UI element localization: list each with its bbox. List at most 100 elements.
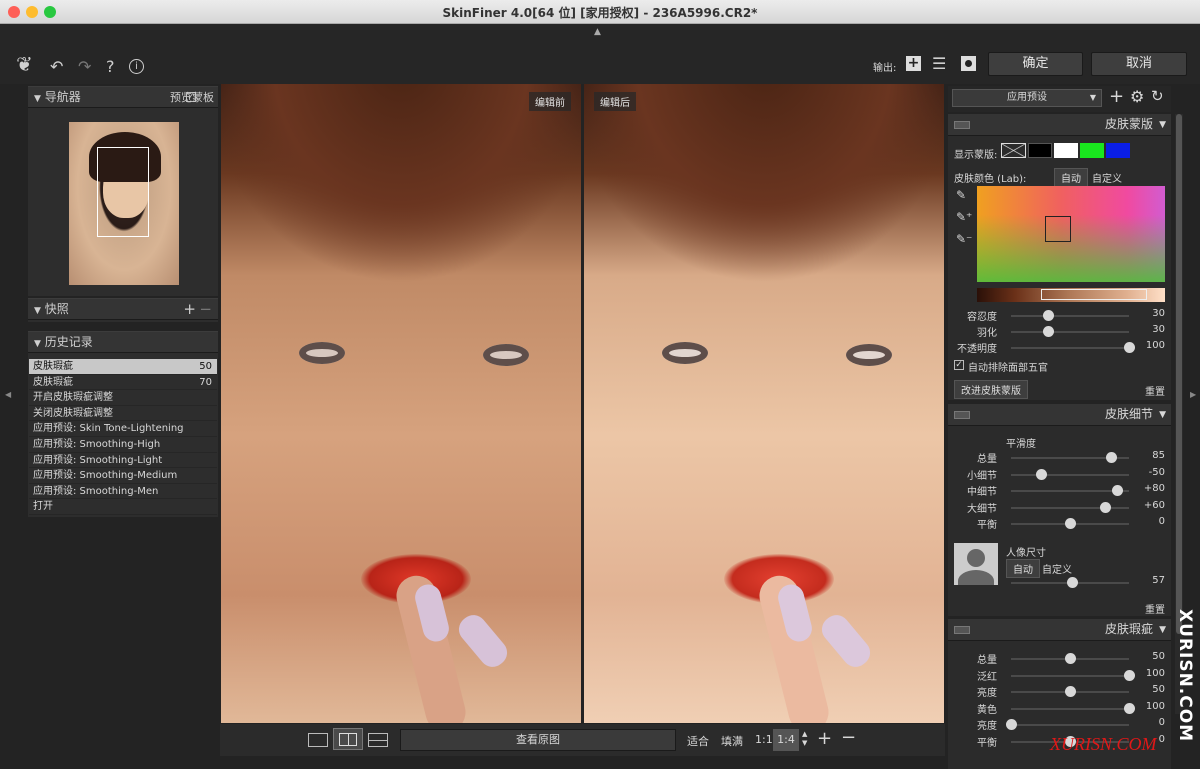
output-add-icon[interactable]: + — [906, 56, 921, 71]
history-item[interactable]: 应用预设: Smoothing-Medium — [29, 468, 217, 484]
skin-tone-range-selection[interactable] — [1041, 289, 1147, 300]
slider-row[interactable]: 亮度 50 — [948, 684, 1171, 700]
slider-row[interactable]: 羽化 30 — [948, 324, 1171, 340]
mask-output-icon[interactable] — [961, 56, 976, 71]
mask-swatch-blue[interactable] — [1106, 143, 1130, 158]
skin-color-auto-button[interactable]: 自动 — [1054, 168, 1088, 187]
skin-mask-header[interactable]: 皮肤蒙版 ▼ — [948, 114, 1171, 136]
color-picker-selection[interactable] — [1045, 216, 1071, 242]
redo-icon[interactable]: ↷ — [78, 57, 91, 76]
mask-swatch-none[interactable] — [1001, 143, 1026, 158]
confirm-button[interactable]: 确定 — [988, 52, 1083, 76]
history-item[interactable]: 皮肤瑕疵 70 — [29, 375, 217, 391]
slider-knob[interactable] — [1065, 653, 1076, 664]
after-photo[interactable]: 编辑后 — [584, 84, 944, 723]
right-panel-toggle-icon[interactable]: ▶ — [1190, 390, 1196, 399]
split-vertical-view-icon[interactable] — [333, 728, 363, 750]
toggle-switch-icon[interactable] — [954, 121, 970, 129]
slider-knob[interactable] — [1106, 452, 1118, 463]
zoom-stepper-icon[interactable]: ▲ ▼ — [802, 730, 807, 748]
navigator-header[interactable]: ▼ 导航器 ✓ 预览蒙板 — [28, 86, 218, 108]
toggle-switch-icon[interactable] — [954, 626, 970, 634]
history-item[interactable]: 应用预设: Smoothing-Men — [29, 484, 217, 500]
fill-button[interactable]: 填满 — [721, 733, 743, 749]
slider-row[interactable]: 容忍度 30 — [948, 308, 1171, 324]
slider-knob[interactable] — [1042, 310, 1054, 321]
slider-knob[interactable] — [1006, 719, 1017, 730]
slider-row[interactable]: 总量 50 — [948, 651, 1171, 667]
info-icon[interactable]: i — [129, 59, 144, 74]
slider-row[interactable]: 不透明度 100 — [948, 340, 1171, 356]
help-icon[interactable]: ? — [106, 57, 115, 76]
slider-knob[interactable] — [1124, 342, 1135, 353]
slider-knob[interactable] — [1124, 702, 1135, 714]
snapshot-header[interactable]: ▼ 快照 + − — [28, 298, 218, 320]
auto-exclude-checkbox[interactable]: ✓ — [954, 360, 964, 370]
slider-knob[interactable] — [1065, 686, 1076, 697]
history-item[interactable]: 打开 — [29, 499, 217, 515]
navigator-viewport-box[interactable] — [97, 147, 149, 237]
scrollbar-thumb[interactable] — [1176, 114, 1182, 634]
single-view-icon[interactable] — [308, 733, 328, 747]
refresh-icon[interactable]: ↻ — [1151, 87, 1164, 105]
history-item[interactable]: 应用预设: Skin Tone-Lightening — [29, 421, 217, 437]
slider-knob[interactable] — [1042, 326, 1054, 337]
improve-mask-button[interactable]: 改进皮肤蒙版 — [954, 380, 1028, 399]
preset-dropdown[interactable]: 应用预设 ▼ — [952, 89, 1102, 107]
zoom-field[interactable]: 1:4 — [773, 729, 799, 751]
slider-knob[interactable] — [1067, 577, 1078, 588]
navigator-thumbnail[interactable] — [69, 122, 179, 285]
color-picker-field[interactable] — [977, 186, 1165, 282]
toggle-switch-icon[interactable] — [954, 411, 970, 419]
undo-icon[interactable]: ↶ — [50, 57, 63, 76]
history-item[interactable]: 应用预设: Smoothing-Light — [29, 453, 217, 469]
skin-blemish-header[interactable]: 皮肤瑕疵 ▼ — [948, 619, 1171, 641]
history-item[interactable]: 关闭皮肤瑕疵调整 — [29, 406, 217, 422]
left-panel-toggle-icon[interactable]: ◀ — [5, 390, 11, 399]
zoom-out-icon[interactable]: − — [841, 727, 856, 748]
slider-row[interactable]: 泛红 100 — [948, 668, 1171, 684]
mask-reset-link[interactable]: 重置 — [1145, 383, 1165, 398]
slider-knob[interactable] — [1124, 669, 1135, 681]
view-original-button[interactable]: 查看原图 — [400, 729, 676, 751]
slider-row[interactable]: 中细节 +80 — [948, 483, 1171, 499]
portrait-custom-label[interactable]: 自定义 — [1042, 561, 1072, 576]
slider-row[interactable]: 平衡 0 — [948, 516, 1171, 532]
skin-tone-range-bar[interactable] — [977, 288, 1165, 302]
slider-row[interactable]: 黄色 100 — [948, 701, 1171, 717]
add-preset-icon[interactable]: + — [1109, 86, 1124, 107]
cancel-button[interactable]: 取消 — [1091, 52, 1187, 76]
slider-row[interactable]: 小细节 -50 — [948, 467, 1171, 483]
eyedropper-icon[interactable]: ✎ — [956, 188, 966, 202]
fit-button[interactable]: 适合 — [687, 733, 709, 749]
detail-reset-link[interactable]: 重置 — [1145, 601, 1165, 616]
adjust-sliders-icon[interactable]: ☰ — [932, 54, 946, 73]
slider-knob[interactable] — [1035, 468, 1047, 480]
mask-swatch-white[interactable] — [1054, 143, 1078, 158]
preset-settings-icon[interactable]: ⚙ — [1130, 87, 1144, 106]
remove-snapshot-icon[interactable]: − — [199, 299, 212, 320]
portrait-size-slider[interactable]: 57 — [948, 575, 1171, 591]
zoom-in-icon[interactable]: + — [817, 728, 832, 749]
history-item[interactable]: 开启皮肤瑕疵调整 — [29, 390, 217, 406]
collapse-toolbar-icon[interactable]: ▲ — [594, 27, 601, 37]
eyedropper-subtract-icon[interactable]: ✎⁻ — [956, 232, 972, 246]
slider-knob[interactable] — [1112, 485, 1124, 496]
split-horizontal-view-icon[interactable] — [368, 733, 388, 747]
history-item[interactable]: 应用预设: Smoothing-High — [29, 437, 217, 453]
history-header[interactable]: ▼ 历史记录 — [28, 331, 218, 353]
eyedropper-add-icon[interactable]: ✎⁺ — [956, 210, 972, 224]
history-item[interactable]: 皮肤瑕疵 50 — [29, 359, 217, 375]
slider-row[interactable]: 大细节 +60 — [948, 500, 1171, 516]
before-photo[interactable]: 编辑前 — [221, 84, 581, 723]
ratio-1-1-button[interactable]: 1:1 — [755, 733, 773, 746]
skin-color-custom-label[interactable]: 自定义 — [1092, 170, 1122, 185]
skin-detail-header[interactable]: 皮肤细节 ▼ — [948, 404, 1171, 426]
mask-swatch-green[interactable] — [1080, 143, 1104, 158]
slider-knob[interactable] — [1065, 518, 1076, 529]
slider-row[interactable]: 亮度 0 — [948, 717, 1171, 733]
mask-swatch-black[interactable] — [1028, 143, 1052, 158]
add-snapshot-icon[interactable]: + — [183, 299, 196, 320]
slider-row[interactable]: 总量 85 — [948, 450, 1171, 466]
slider-knob[interactable] — [1100, 501, 1112, 513]
